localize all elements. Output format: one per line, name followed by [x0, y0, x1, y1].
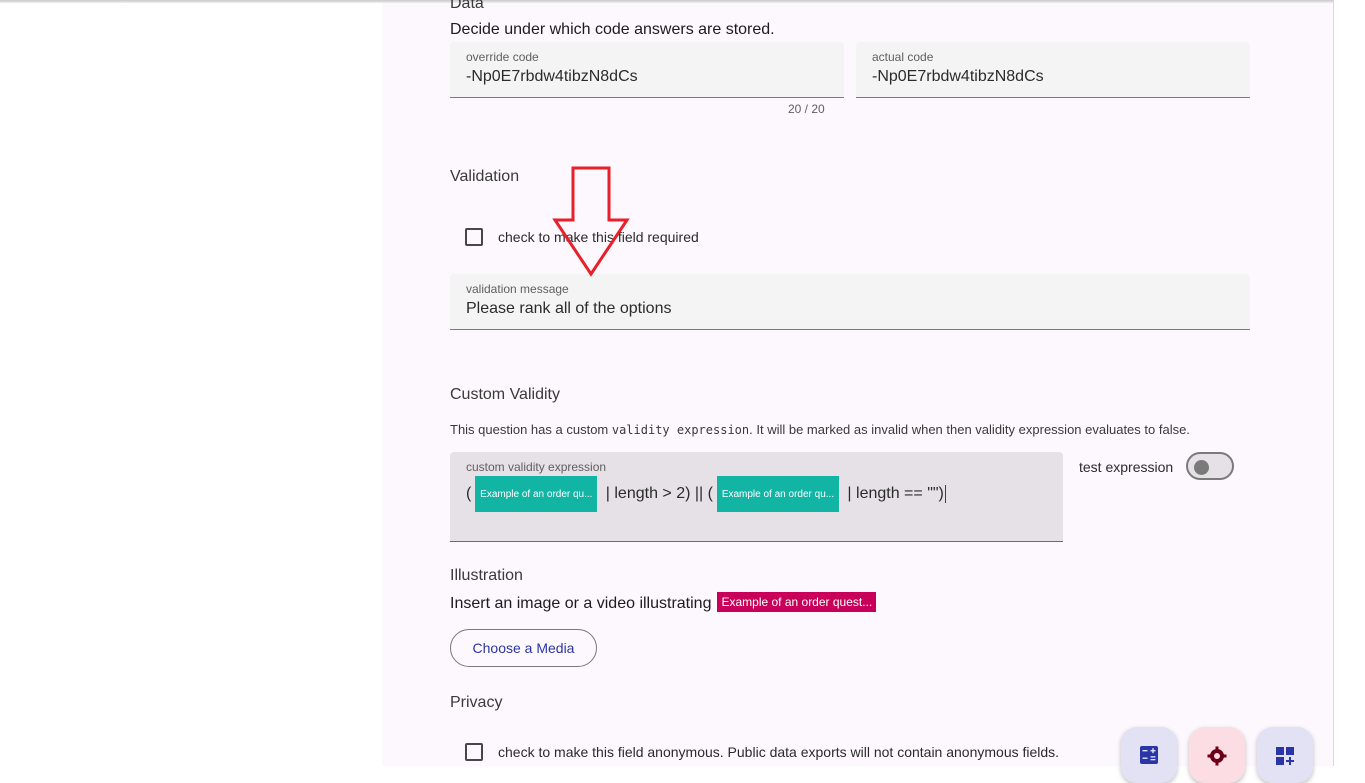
scrollbar-track[interactable] — [1334, 0, 1365, 766]
add-widget-button[interactable] — [1257, 727, 1313, 783]
validation-message-field[interactable]: validation message Please rank all of th… — [450, 274, 1250, 330]
question-reference-chip[interactable]: Example of an order quest... — [717, 592, 877, 612]
validation-message-value[interactable]: Please rank all of the options — [466, 300, 671, 318]
custom-validity-description: This question has a custom validity expr… — [450, 422, 1190, 437]
test-expression-label: test expression — [1079, 459, 1174, 475]
custom-validity-expression-field[interactable]: custom validity expression (Example of a… — [450, 452, 1063, 542]
data-section-description: Decide under which code answers are stor… — [450, 21, 775, 38]
custom-validity-title: Custom Validity — [450, 386, 560, 403]
validity-expression-code: validity expression — [611, 423, 750, 437]
add-widget-icon — [1276, 747, 1294, 765]
data-section-title: Data — [450, 0, 484, 12]
actual-code-value: -Np0E7rbdw4tibzN8dCs — [872, 68, 1044, 85]
custom-validity-desc-text: This question has a custom — [450, 422, 612, 437]
question-reference-chip[interactable]: Example of an order qu... — [716, 476, 839, 512]
actual-code-label: actual code — [872, 50, 934, 64]
toggle-knob — [1194, 460, 1209, 475]
validation-message-label: validation message — [466, 282, 569, 296]
override-code-value[interactable]: -Np0E7rbdw4tibzN8dCs — [466, 68, 638, 86]
illustration-title: Illustration — [450, 567, 523, 584]
anonymous-checkbox-row[interactable]: check to make this field anonymous. Publ… — [465, 743, 1059, 761]
validation-section-title: Validation — [450, 168, 520, 185]
choose-media-button[interactable]: Choose a Media — [450, 629, 597, 667]
left-panel — [0, 0, 382, 766]
anonymous-checkbox[interactable] — [465, 743, 483, 761]
illustration-description: Insert an image or a video illustrating — [450, 595, 712, 612]
expression-editor[interactable]: (Example of an order qu... | length > 2)… — [466, 476, 946, 512]
top-bar-shadow — [0, 0, 1365, 3]
expression-text-1[interactable]: ( — [466, 485, 471, 503]
actual-code-field: actual code -Np0E7rbdw4tibzN8dCs — [856, 42, 1250, 98]
calculator-icon — [1140, 746, 1158, 764]
settings-button[interactable] — [1189, 727, 1245, 783]
required-checkbox[interactable] — [465, 228, 483, 246]
anonymous-checkbox-label[interactable]: check to make this field anonymous. Publ… — [498, 744, 1059, 760]
custom-validity-expression-label: custom validity expression — [466, 460, 607, 474]
override-code-label: override code — [466, 50, 539, 64]
custom-validity-desc-text-end: . It will be marked as invalid when then… — [749, 422, 1190, 437]
text-cursor — [944, 485, 946, 503]
annotation-arrow-icon — [552, 166, 630, 277]
test-expression-toggle[interactable] — [1186, 452, 1234, 480]
question-reference-chip[interactable]: Example of an order qu... — [475, 476, 598, 512]
privacy-title: Privacy — [450, 694, 503, 711]
illustration-description-row: Insert an image or a video illustrating E… — [450, 592, 877, 613]
override-code-counter: 20 / 20 — [788, 102, 825, 116]
expression-text-3[interactable]: | length == "") — [843, 485, 943, 503]
gear-icon — [1207, 746, 1227, 766]
override-code-field[interactable]: override code -Np0E7rbdw4tibzN8dCs — [450, 42, 844, 98]
expression-text-2[interactable]: | length > 2) || ( — [601, 485, 713, 503]
calculator-button[interactable] — [1121, 727, 1177, 783]
